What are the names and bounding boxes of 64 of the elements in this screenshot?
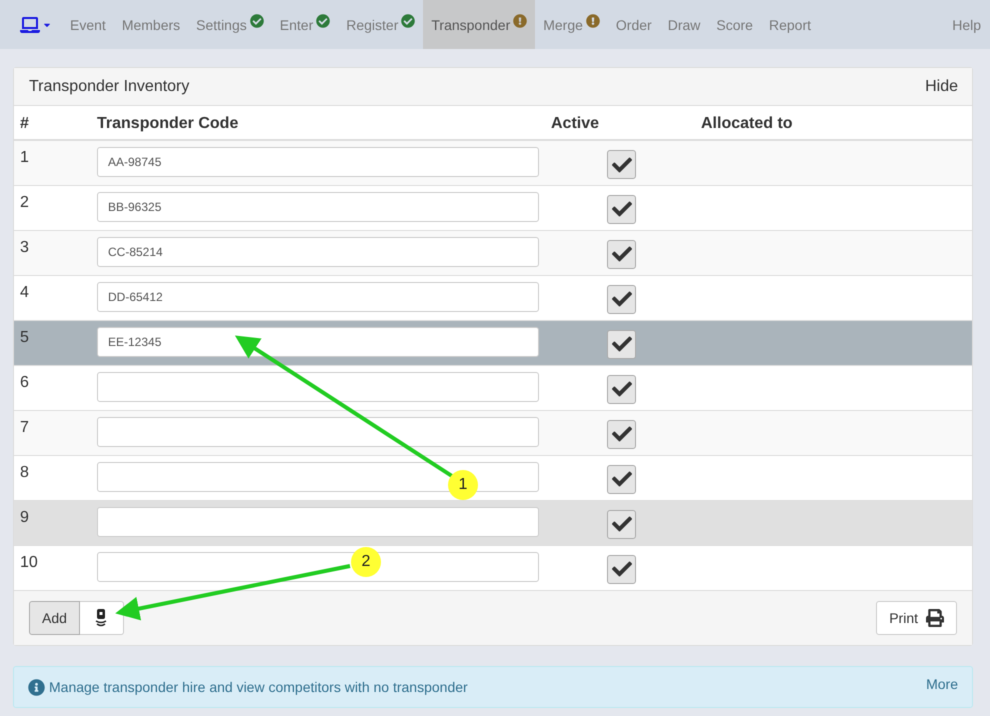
table-row[interactable]: 4 DD-65412 xyxy=(14,275,972,320)
active-checkbox[interactable] xyxy=(607,464,636,494)
column-header: Allocated to xyxy=(701,115,793,132)
active-checkbox[interactable] xyxy=(607,510,636,538)
info-icon xyxy=(28,678,45,696)
row-number: 5 xyxy=(20,328,29,346)
transponder-button[interactable] xyxy=(80,601,124,635)
checkmark-icon xyxy=(612,469,632,489)
more-link[interactable]: More xyxy=(926,676,958,692)
checkmark-icon xyxy=(612,334,632,354)
table-row[interactable]: 3 CC-85214 xyxy=(14,230,972,275)
code-field[interactable]: EE-12345 xyxy=(97,326,539,356)
checkmark-icon xyxy=(612,559,632,579)
active-checkbox[interactable] xyxy=(607,330,636,358)
active-checkbox[interactable] xyxy=(607,240,636,268)
active-checkbox[interactable] xyxy=(607,150,636,179)
row-number: 4 xyxy=(20,282,29,302)
column-header: # xyxy=(20,115,29,132)
row-number: 3 xyxy=(20,238,29,256)
table-row[interactable]: 2 BB-96325 xyxy=(14,185,972,230)
active-checkbox[interactable] xyxy=(607,284,636,314)
checkmark-icon xyxy=(612,199,632,219)
table-row[interactable]: 6 xyxy=(14,365,972,410)
code-field[interactable]: CC-85214 xyxy=(97,236,539,266)
print-button[interactable]: Print xyxy=(876,601,957,635)
checkmark-icon xyxy=(612,424,632,444)
add-button[interactable]: Add xyxy=(29,601,80,635)
info-text: Manage transponder hire and view competitors with no transponder xyxy=(49,679,468,695)
code-field[interactable] xyxy=(97,372,539,402)
printer-icon xyxy=(926,609,944,627)
code-field[interactable]: DD-65412 xyxy=(97,282,539,312)
row-number: 7 xyxy=(20,418,29,436)
active-checkbox[interactable] xyxy=(607,554,636,584)
checkmark-icon xyxy=(612,514,632,534)
code-field[interactable]: BB-96325 xyxy=(97,192,539,222)
table-row[interactable]: 1 AA-98745 xyxy=(14,140,972,185)
active-checkbox[interactable] xyxy=(607,374,636,404)
hide-link[interactable]: Hide xyxy=(925,78,958,96)
row-number: 1 xyxy=(20,148,29,167)
code-field[interactable] xyxy=(97,416,539,446)
table-row[interactable]: 9 xyxy=(14,500,972,545)
row-number: 2 xyxy=(20,192,29,212)
row-number: 6 xyxy=(20,372,29,392)
checkmark-icon xyxy=(612,244,632,264)
code-field[interactable] xyxy=(97,552,539,582)
laptop-icon[interactable] xyxy=(20,14,40,34)
panel-title: Transponder Inventory xyxy=(29,78,190,96)
transponder-icon xyxy=(95,609,108,627)
nav-tab[interactable]: Transponder xyxy=(423,0,536,49)
active-checkbox[interactable] xyxy=(607,420,636,448)
column-header: Transponder Code xyxy=(97,115,238,132)
row-number: 10 xyxy=(20,552,38,572)
code-field[interactable]: AA-98745 xyxy=(97,147,539,177)
row-number: 9 xyxy=(20,508,29,526)
table-row[interactable]: 7 xyxy=(14,410,972,455)
column-header: Active xyxy=(551,115,600,132)
active-checkbox[interactable] xyxy=(607,194,636,224)
code-field[interactable] xyxy=(97,506,539,536)
checkmark-icon xyxy=(612,154,632,174)
table-row[interactable]: 5 EE-12345 xyxy=(14,320,972,365)
checkmark-icon xyxy=(612,289,632,309)
row-number: 8 xyxy=(20,462,29,482)
code-field[interactable] xyxy=(97,462,539,492)
checkmark-icon xyxy=(612,379,632,399)
